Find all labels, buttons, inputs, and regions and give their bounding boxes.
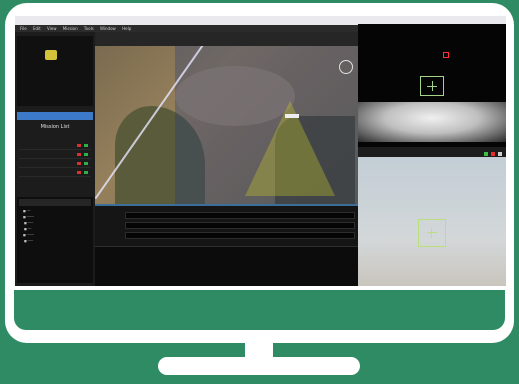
crosshair-vertical	[431, 228, 432, 238]
map-view[interactable]	[95, 46, 358, 204]
video-titlebar[interactable]	[358, 16, 506, 24]
menu-help[interactable]: Help	[122, 26, 131, 31]
status-grey-icon	[498, 152, 502, 156]
log-ruler	[95, 249, 358, 254]
logo-icon	[45, 50, 57, 60]
monitor-base	[158, 357, 360, 375]
status-green-icon	[84, 153, 88, 156]
tree-node[interactable]: ■ ────	[23, 233, 34, 237]
video-status-bar	[358, 147, 506, 157]
left-sidebar: Mission List ■ ── ■ ──── ■ ─── ■ ── ■ ──…	[15, 32, 96, 286]
mission-row[interactable]	[19, 160, 91, 168]
video-feed-secondary[interactable]	[358, 157, 506, 286]
status-red-icon	[77, 171, 81, 174]
mission-list-header	[19, 135, 91, 140]
status-green-icon	[84, 171, 88, 174]
event-log-pane	[95, 246, 358, 286]
menu-window[interactable]: Window	[100, 26, 116, 31]
object-tree-panel: ■ ── ■ ──── ■ ─── ■ ── ■ ──── ■ ───	[17, 197, 93, 283]
mission-row[interactable]	[19, 169, 91, 177]
compass-icon[interactable]	[339, 60, 353, 74]
status-green-icon	[484, 152, 489, 156]
logo-panel	[17, 36, 93, 106]
tree-node[interactable]: ■ ──	[23, 209, 30, 213]
status-green-icon	[84, 162, 88, 165]
window-titlebar[interactable]	[15, 16, 358, 25]
mission-row[interactable]	[19, 142, 91, 150]
screen: File Edit View Mission Tools Window Help…	[15, 16, 506, 286]
status-red-icon	[491, 152, 496, 156]
status-red-icon	[77, 162, 81, 165]
monitor-neck	[245, 335, 273, 359]
mission-row[interactable]	[19, 151, 91, 159]
timeline-track[interactable]	[125, 212, 355, 219]
timeline-track[interactable]	[125, 222, 355, 229]
crosshair-icon	[418, 219, 446, 247]
crosshair-vertical	[432, 81, 433, 91]
menu-view[interactable]: View	[47, 26, 57, 31]
tree-node[interactable]: ■ ────	[23, 215, 34, 219]
map-toolbar[interactable]	[95, 32, 358, 46]
tree-toolbar[interactable]	[19, 199, 91, 206]
mission-list-title: Mission List	[40, 124, 70, 130]
status-red-icon	[77, 144, 81, 147]
menu-file[interactable]: File	[20, 26, 27, 31]
monitor-bezel	[14, 290, 505, 330]
menu-edit[interactable]: Edit	[33, 26, 41, 31]
target-marker-icon	[443, 52, 449, 58]
video-feed-primary[interactable]	[358, 16, 506, 147]
uav-icon[interactable]	[285, 114, 299, 118]
cloud-imagery	[358, 102, 506, 142]
tree-node[interactable]: ■ ──	[23, 227, 31, 231]
timeline-panel	[95, 204, 358, 248]
timeline-track[interactable]	[125, 232, 355, 239]
menu-tools[interactable]: Tools	[84, 26, 94, 31]
menu-mission[interactable]: Mission	[63, 26, 78, 31]
tree-node[interactable]: ■ ───	[23, 239, 33, 243]
mission-panel-header[interactable]	[17, 112, 93, 120]
status-green-icon	[84, 144, 88, 147]
tree-node[interactable]: ■ ───	[23, 221, 33, 225]
gcs-window: File Edit View Mission Tools Window Help…	[15, 16, 358, 286]
crosshair-icon	[420, 76, 444, 96]
menu-bar: File Edit View Mission Tools Window Help	[15, 25, 358, 32]
crosshair-horizontal	[427, 232, 437, 233]
status-red-icon	[77, 153, 81, 156]
